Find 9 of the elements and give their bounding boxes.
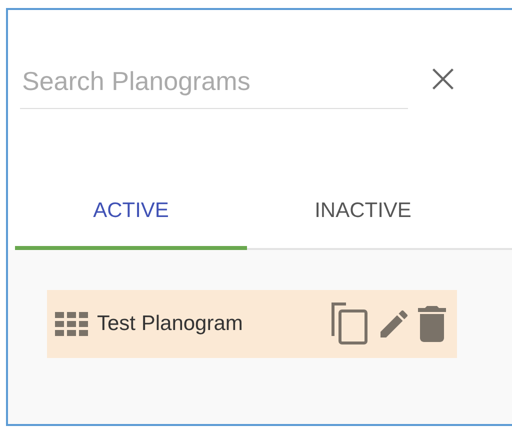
delete-button[interactable]	[415, 305, 449, 343]
planogram-name: Test Planogram	[97, 312, 244, 336]
close-icon	[430, 66, 456, 92]
planogram-row[interactable]: Test Planogram	[47, 290, 457, 358]
trash-icon	[418, 305, 446, 343]
grid-icon	[55, 312, 89, 336]
tab[interactable]: INACTIVE	[247, 187, 479, 251]
copy-icon	[330, 302, 370, 346]
search-field[interactable]: Search Planograms	[20, 60, 408, 109]
